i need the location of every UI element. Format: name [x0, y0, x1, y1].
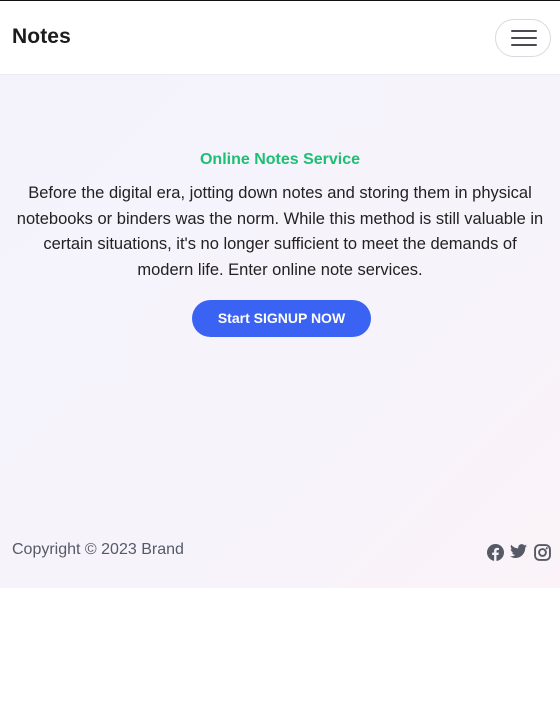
signup-button[interactable]: Start SIGNUP NOW — [192, 300, 371, 337]
page: Notes Online Notes Service Before the di… — [0, 0, 560, 702]
navbar: Notes — [0, 1, 560, 75]
navbar-toggler-button[interactable] — [495, 19, 551, 57]
hero-section: Online Notes Service Before the digital … — [0, 75, 560, 588]
facebook-icon[interactable] — [487, 544, 504, 562]
brand-link[interactable]: Notes — [12, 25, 71, 49]
hamburger-menu-icon — [511, 28, 537, 48]
copyright-text: Copyright © 2023 Brand — [12, 541, 184, 558]
hero-heading: Online Notes Service — [199, 151, 361, 168]
hero-description: Before the digital era, jotting down not… — [16, 184, 544, 279]
instagram-icon[interactable] — [534, 544, 551, 562]
twitter-icon[interactable] — [510, 544, 527, 562]
